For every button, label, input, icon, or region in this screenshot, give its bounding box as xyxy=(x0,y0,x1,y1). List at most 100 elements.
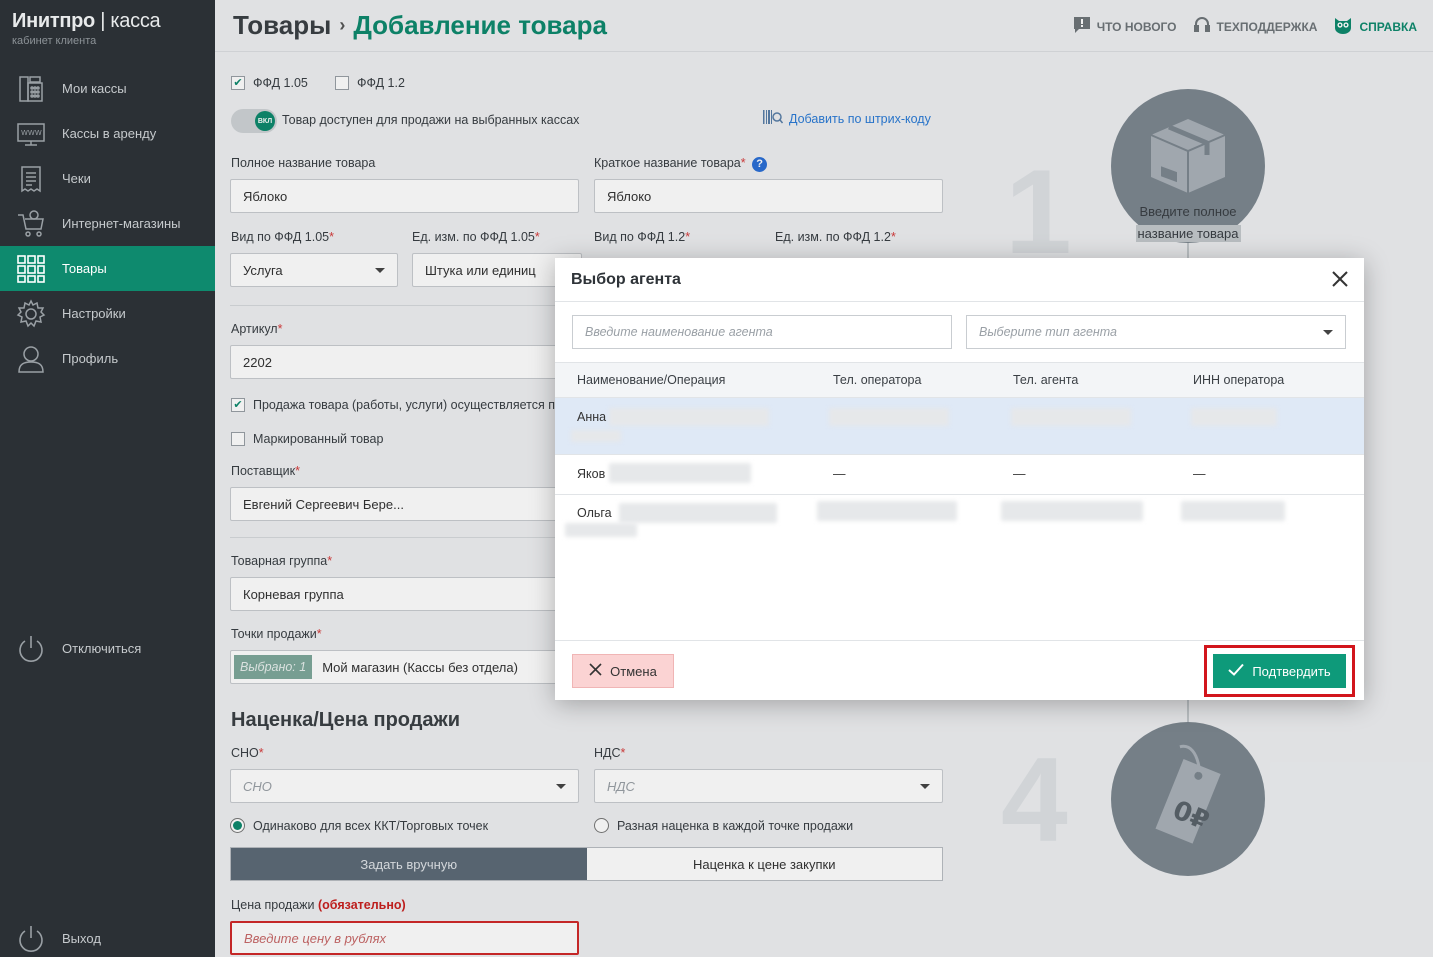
article-input[interactable]: 2202 xyxy=(230,345,560,379)
whats-new-link[interactable]: Что нового xyxy=(1073,16,1177,37)
step4-circle: 0₽ xyxy=(1111,722,1265,876)
kind105-select[interactable]: Услуга xyxy=(230,253,398,287)
barcode-icon xyxy=(763,109,784,128)
www-monitor-icon: WWW xyxy=(14,117,48,151)
nds-select[interactable]: НДС xyxy=(594,769,943,803)
checkbox-empty-icon xyxy=(231,432,245,446)
sidebar-item-label: Чеки xyxy=(62,171,91,186)
brand-name: Инитпро xyxy=(12,10,95,32)
breadcrumb: Товары › Добавление товара xyxy=(233,10,607,41)
breadcrumb-root[interactable]: Товары xyxy=(233,10,331,40)
page-title: Добавление товара xyxy=(353,10,607,40)
nds-placeholder: НДС xyxy=(607,778,635,794)
header-links: Что нового Техподдержка Справка xyxy=(1073,16,1417,37)
barcode-link[interactable]: Добавить по штрих-коду xyxy=(763,109,931,128)
operator-inn: — xyxy=(1193,467,1206,481)
close-icon[interactable] xyxy=(1330,269,1350,289)
price-mode-switch: Задать вручную Наценка к цене закупки xyxy=(230,847,943,881)
brand-separator: | xyxy=(100,10,106,32)
agent-type-select[interactable]: Выберите тип агента xyxy=(966,315,1346,349)
confirm-button[interactable]: Подтвердить xyxy=(1213,654,1346,688)
price-input[interactable]: Введите цену в рублях xyxy=(230,921,579,955)
checkbox-checked-icon: ✔ xyxy=(231,398,245,412)
table-row[interactable]: Яков — — — xyxy=(555,455,1364,495)
modal-title: Выбор агента xyxy=(571,271,681,288)
radio-different-markup[interactable]: Разная наценка в каждой точке продажи xyxy=(594,818,853,833)
step1-caption: Введите полное название товара xyxy=(1127,201,1249,245)
column-header[interactable]: Тел. оператора xyxy=(833,373,921,387)
points-label-wrap: Точки продажи* xyxy=(231,627,322,641)
sno-select[interactable]: СНО xyxy=(230,769,579,803)
question-icon[interactable]: ? xyxy=(752,157,768,172)
ffd105-checkbox[interactable]: ✔ ФФД 1.05 xyxy=(231,76,308,90)
confirm-label: Подтвердить xyxy=(1252,663,1331,679)
sidebar-item-settings[interactable]: Настройки xyxy=(0,291,215,336)
page-header: Товары › Добавление товара Что нового Техп… xyxy=(215,0,1433,52)
chevron-down-icon xyxy=(375,268,385,273)
short-name-label-wrap: Краткое название товара* ? xyxy=(594,156,768,172)
unit12-label-wrap: Ед. изм. по ФФД 1.2* xyxy=(775,230,896,244)
seg-markup[interactable]: Наценка к цене закупки xyxy=(586,848,942,880)
availability-toggle[interactable]: ВКЛ xyxy=(231,109,277,133)
short-name-label: Краткое название товара xyxy=(594,156,741,170)
support-label: Техподдержка xyxy=(1216,19,1318,34)
chat-icon xyxy=(1073,16,1091,37)
radio-same-label: Одинаково для всех ККТ/Торговых точек xyxy=(253,818,489,833)
sidebar-item-receipts[interactable]: Чеки xyxy=(0,156,215,201)
redacted-text xyxy=(609,408,769,426)
shopping-cart-icon xyxy=(14,207,48,241)
cancel-button[interactable]: Отмена xyxy=(572,654,674,688)
required-mark: * xyxy=(316,627,322,641)
sidebar-item-products[interactable]: Товары xyxy=(0,246,215,291)
unit12-label: Ед. изм. по ФФД 1.2 xyxy=(775,230,891,244)
help-link[interactable]: Справка xyxy=(1333,16,1417,37)
column-header[interactable]: Наименование/Операция xyxy=(577,373,725,387)
brand-subtitle: кабинет клиента xyxy=(12,35,97,47)
agent-sale-label: Продажа товара (работы, услуги) осуществ… xyxy=(253,398,570,412)
table-row[interactable]: Анна xyxy=(555,398,1364,455)
agent-sale-checkbox[interactable]: ✔ Продажа товара (работы, услуги) осущес… xyxy=(231,398,569,412)
full-name-input[interactable]: Яблоко xyxy=(230,179,579,213)
sidebar-item-online-stores[interactable]: Интернет-магазины xyxy=(0,201,215,246)
group-select[interactable]: Корневая группа xyxy=(230,577,560,611)
required-mark: * xyxy=(258,746,264,760)
price-required: (обязательно) xyxy=(318,898,406,912)
sidebar-item-profile[interactable]: Профиль xyxy=(0,336,215,381)
markup-section-title: Наценка/Цена продажи xyxy=(231,709,461,731)
sidebar-item-label: Кассы в аренду xyxy=(62,126,157,141)
column-header[interactable]: Тел. агента xyxy=(1013,373,1078,387)
sidebar-item-my-registers[interactable]: Мои кассы xyxy=(0,66,215,111)
table-row[interactable]: Ольга xyxy=(555,495,1364,537)
required-mark: * xyxy=(295,464,300,478)
agent-search-input[interactable]: Введите наименование агента xyxy=(572,315,952,349)
operator-phone: — xyxy=(833,467,846,481)
supplier-label-wrap: Поставщик* xyxy=(231,464,300,478)
sidebar-nav: Мои кассы WWW Кассы в аренду Чеки Интерн… xyxy=(0,66,215,381)
box-icon xyxy=(1141,107,1235,200)
supplier-select[interactable]: Евгений Сергеевич Бере... xyxy=(230,487,560,521)
column-header[interactable]: ИНН оператора xyxy=(1193,373,1284,387)
ffd12-checkbox[interactable]: ФФД 1.2 xyxy=(335,76,405,90)
divider xyxy=(230,305,560,306)
sidebar-item-disconnect[interactable]: Отключиться xyxy=(0,626,215,671)
points-select[interactable]: Выбрано: 1 Мой магазин (Кассы без отдела… xyxy=(230,650,560,684)
short-name-input[interactable]: Яблоко xyxy=(594,179,943,213)
sidebar-item-rental-registers[interactable]: WWW Кассы в аренду xyxy=(0,111,215,156)
seg-manual[interactable]: Задать вручную xyxy=(231,848,587,880)
sidebar-item-label: Мои кассы xyxy=(62,81,127,96)
kind12-label-wrap: Вид по ФФД 1.2* xyxy=(594,230,690,244)
redacted-text xyxy=(1011,408,1131,426)
sidebar-item-logout[interactable]: Выход xyxy=(0,916,215,957)
checkbox-checked-icon: ✔ xyxy=(231,76,245,90)
marked-checkbox[interactable]: Маркированный товар xyxy=(231,432,383,446)
cancel-label: Отмена xyxy=(610,663,657,679)
brand-logo[interactable]: Инитпро | касса кабинет клиента xyxy=(12,10,161,47)
redacted-text xyxy=(619,503,777,523)
brand-product: касса xyxy=(110,10,161,32)
unit105-label-wrap: Ед. изм. по ФФД 1.05* xyxy=(412,230,540,244)
radio-same-markup[interactable]: Одинаково для всех ККТ/Торговых точек xyxy=(230,818,488,833)
support-link[interactable]: Техподдержка xyxy=(1193,16,1318,37)
sidebar-item-label: Отключиться xyxy=(62,641,142,656)
required-mark: * xyxy=(329,230,335,244)
svg-text:WWW: WWW xyxy=(21,129,42,137)
